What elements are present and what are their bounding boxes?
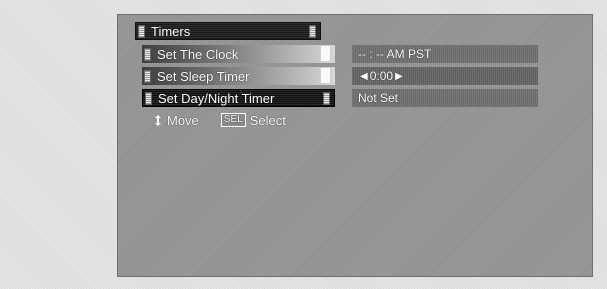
set-day-night-timer-item[interactable]: Set Day/Night Timer (142, 89, 335, 107)
day-night-value: Not Set (352, 89, 538, 107)
sleep-timer-value-text: 0:00 (369, 69, 394, 83)
clock-value: -- : -- AM PST (352, 45, 538, 63)
item-left-cap-icon (144, 47, 151, 61)
item-right-tab-icon (321, 68, 330, 83)
set-the-clock-item[interactable]: Set The Clock (142, 45, 335, 63)
sleep-timer-value[interactable]: ◀ 0:00 ▶ (352, 67, 538, 85)
updown-arrow-icon (153, 114, 163, 127)
right-arrow-icon: ▶ (395, 70, 403, 82)
set-sleep-timer-label: Set Sleep Timer (157, 68, 250, 84)
clock-value-text: -- : -- AM PST (358, 47, 432, 61)
set-the-clock-label: Set The Clock (157, 46, 239, 62)
sel-key-icon: SEL (220, 113, 246, 127)
control-legend: Move SEL Select (142, 111, 322, 129)
day-night-value-text: Not Set (358, 91, 399, 105)
item-right-tab-icon (321, 46, 330, 61)
item-right-cap-icon (323, 92, 330, 105)
select-label: Select (249, 112, 286, 128)
left-arrow-icon: ◀ (360, 70, 368, 82)
timers-title-bar: Timers (135, 22, 321, 40)
title-right-cap-icon (309, 25, 316, 38)
title-left-cap-icon (138, 24, 145, 38)
set-sleep-timer-item[interactable]: Set Sleep Timer (142, 67, 335, 85)
set-day-night-timer-label: Set Day/Night Timer (158, 90, 275, 106)
item-left-cap-icon (145, 91, 152, 105)
move-label: Move (167, 112, 199, 128)
timers-title: Timers (151, 23, 191, 39)
item-left-cap-icon (144, 69, 151, 83)
